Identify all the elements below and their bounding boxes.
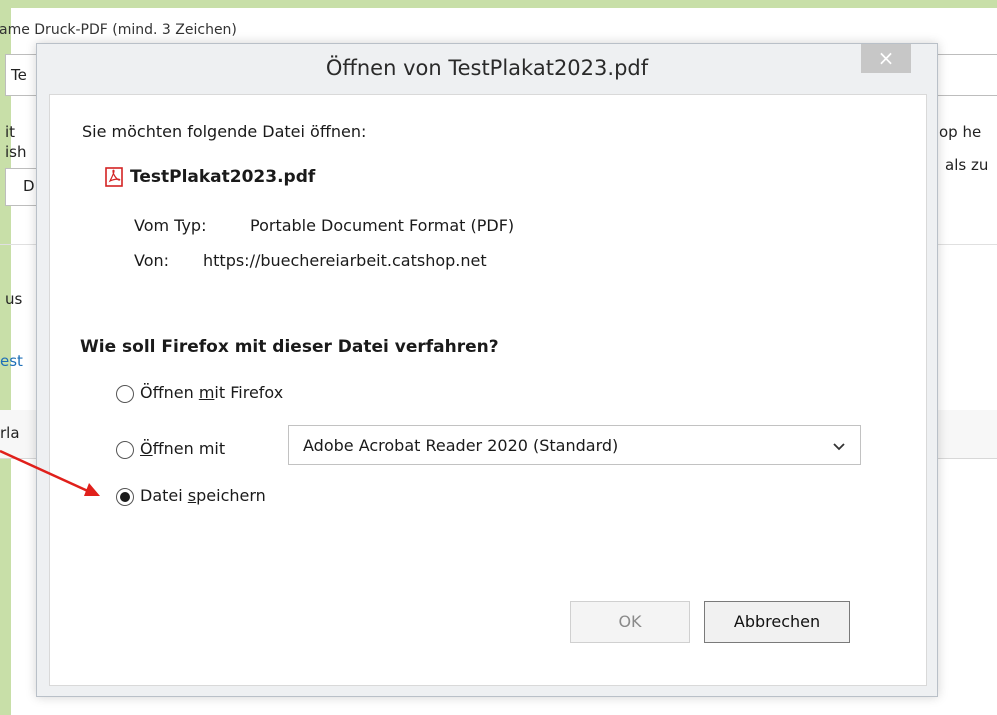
application-select[interactable]: Adobe Acrobat Reader 2020 (Standard): [288, 425, 861, 465]
open-file-dialog: Öffnen von TestPlakat2023.pdf × Sie möch…: [36, 43, 938, 697]
close-button[interactable]: ×: [861, 44, 911, 73]
open-prompt: Sie möchten folgende Datei öffnen:: [82, 122, 367, 141]
dialog-titlebar[interactable]: Öffnen von TestPlakat2023.pdf ×: [37, 44, 937, 94]
radio-open-with-firefox-label[interactable]: Öffnen mit Firefox: [140, 383, 283, 402]
background-dropdown-value: D: [23, 177, 35, 195]
background-text-fragment: it: [5, 123, 16, 141]
background-name-input-value: Te: [11, 66, 27, 84]
file-type-value: Portable Document Format (PDF): [250, 216, 515, 235]
background-text-fragment: op he: [939, 123, 982, 141]
background-text-fragment: rla: [0, 424, 20, 442]
chevron-down-icon: [833, 443, 845, 451]
background-link-fragment[interactable]: est: [0, 352, 23, 370]
background-text-fragment: ish: [5, 143, 27, 161]
cancel-button[interactable]: Abbrechen: [704, 601, 850, 643]
background-green-border-top: [11, 0, 997, 8]
close-icon: ×: [877, 46, 895, 70]
radio-save-file[interactable]: [116, 488, 134, 506]
pdf-file-icon: [105, 167, 123, 187]
ok-button[interactable]: OK: [570, 601, 690, 643]
action-question: Wie soll Firefox mit dieser Datei verfah…: [80, 337, 499, 357]
radio-open-with-firefox[interactable]: [116, 385, 134, 403]
radio-open-with-app-label[interactable]: Öffnen mit: [140, 439, 225, 458]
file-type-label: Vom Typ:: [134, 216, 207, 235]
radio-save-file-label[interactable]: Datei speichern: [140, 486, 266, 505]
dialog-title: Öffnen von TestPlakat2023.pdf: [325, 56, 649, 80]
background-field-label: ame Druck-PDF (mind. 3 Zeichen): [0, 22, 237, 38]
file-source-label: Von:: [134, 251, 170, 270]
radio-open-with-app[interactable]: [116, 441, 134, 459]
background-text-fragment: als zu: [945, 156, 989, 174]
file-name: TestPlakat2023.pdf: [130, 167, 316, 187]
background-text-fragment: us: [5, 290, 23, 308]
dialog-content: Sie möchten folgende Datei öffnen: TestP…: [49, 94, 927, 686]
application-select-value: Adobe Acrobat Reader 2020 (Standard): [303, 436, 619, 455]
file-source-url: https://buechereiarbeit.catshop.net: [203, 251, 487, 270]
